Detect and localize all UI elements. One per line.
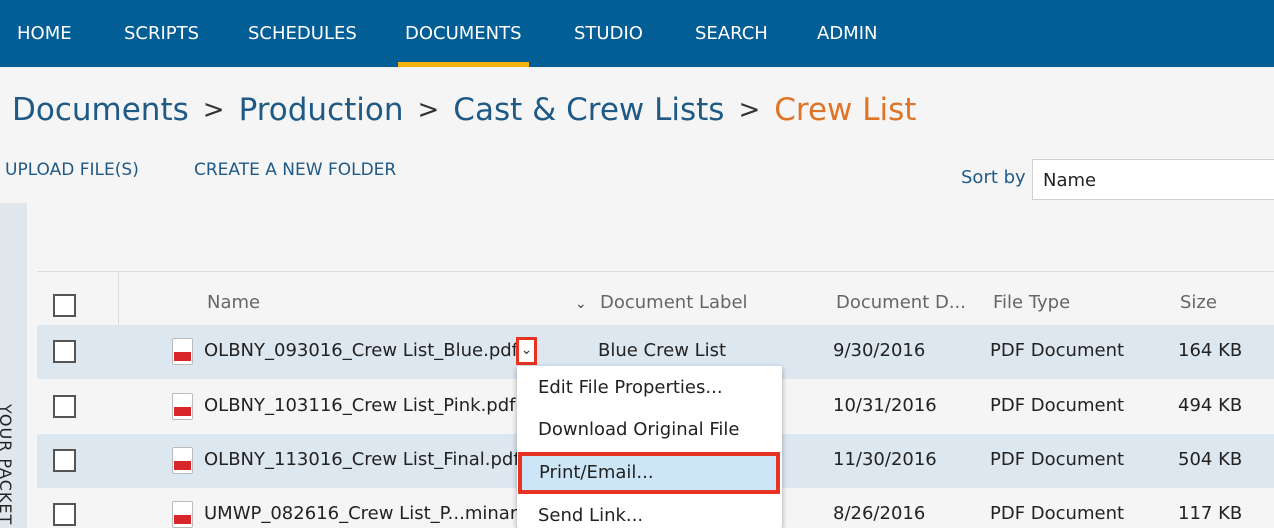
file-size: 164 KB bbox=[1178, 340, 1243, 361]
breadcrumb-separator: > bbox=[202, 94, 225, 125]
breadcrumb-separator: > bbox=[417, 94, 440, 125]
column-header-date[interactable]: Document D... bbox=[836, 292, 966, 313]
breadcrumb-documents[interactable]: Documents bbox=[12, 92, 189, 128]
menu-item-print-email[interactable]: Print/Email... bbox=[518, 452, 780, 494]
row-checkbox[interactable] bbox=[53, 503, 76, 526]
file-size: 494 KB bbox=[1178, 395, 1243, 416]
pdf-file-icon bbox=[172, 447, 193, 474]
row-checkbox[interactable] bbox=[53, 449, 76, 472]
file-size: 117 KB bbox=[1178, 503, 1243, 524]
file-name[interactable]: OLBNY_113016_Crew List_Final.pdf bbox=[204, 449, 520, 470]
row-checkbox[interactable] bbox=[53, 395, 76, 418]
document-date: 8/26/2016 bbox=[833, 503, 926, 524]
nav-documents[interactable]: DOCUMENTS bbox=[398, 0, 529, 67]
column-header-type[interactable]: File Type bbox=[993, 292, 1070, 313]
column-header-size[interactable]: Size bbox=[1180, 292, 1217, 313]
file-type: PDF Document bbox=[990, 395, 1125, 416]
breadcrumb-current: Crew List bbox=[774, 91, 917, 128]
nav-studio[interactable]: STUDIO bbox=[566, 0, 651, 67]
select-all-checkbox[interactable] bbox=[53, 294, 76, 317]
column-header-label[interactable]: Document Label bbox=[600, 292, 748, 313]
sort-select[interactable]: Name bbox=[1032, 159, 1274, 200]
upload-files-link[interactable]: UPLOAD FILE(S) bbox=[5, 160, 139, 180]
nav-home[interactable]: HOME bbox=[9, 0, 80, 67]
header-divider bbox=[118, 272, 119, 325]
create-folder-link[interactable]: CREATE A NEW FOLDER bbox=[194, 160, 396, 180]
file-context-menu: Edit File Properties... Download Origina… bbox=[517, 366, 782, 528]
file-name[interactable]: OLBNY_093016_Crew List_Blue.pdf bbox=[204, 340, 518, 361]
top-nav-bar: HOME SCRIPTS SCHEDULES DOCUMENTS STUDIO … bbox=[0, 0, 1274, 67]
breadcrumb: Documents > Production > Cast & Crew Lists > C… bbox=[12, 90, 916, 134]
breadcrumb-production[interactable]: Production bbox=[239, 92, 404, 128]
pdf-file-icon bbox=[172, 338, 193, 365]
pdf-file-icon bbox=[172, 501, 193, 528]
row-menu-chevron-icon[interactable]: ⌄ bbox=[516, 337, 537, 365]
document-date: 9/30/2016 bbox=[833, 340, 926, 361]
packet-tab-label: YOUR PACKET bbox=[0, 404, 15, 526]
file-name[interactable]: UMWP_082616_Crew List_P...minary bbox=[204, 503, 528, 524]
file-type: PDF Document bbox=[990, 340, 1125, 361]
file-type: PDF Document bbox=[990, 449, 1125, 470]
menu-item-send-link[interactable]: Send Link... bbox=[517, 495, 782, 528]
sort-chevron-icon[interactable]: ⌄ bbox=[575, 296, 587, 312]
sort-label: Sort by bbox=[961, 167, 1026, 188]
breadcrumb-cast-crew-lists[interactable]: Cast & Crew Lists bbox=[453, 92, 724, 128]
breadcrumb-separator: > bbox=[738, 94, 761, 125]
file-type: PDF Document bbox=[990, 503, 1125, 524]
file-name[interactable]: OLBNY_103116_Crew List_Pink.pdf bbox=[204, 395, 515, 416]
document-date: 10/31/2016 bbox=[833, 395, 937, 416]
menu-item-edit-properties[interactable]: Edit File Properties... bbox=[517, 367, 782, 409]
nav-schedules[interactable]: SCHEDULES bbox=[240, 0, 365, 67]
column-header-name[interactable]: Name bbox=[207, 292, 260, 313]
document-date: 11/30/2016 bbox=[833, 449, 937, 470]
nav-search[interactable]: SEARCH bbox=[687, 0, 776, 67]
pdf-file-icon bbox=[172, 393, 193, 420]
document-label: Blue Crew List bbox=[598, 340, 727, 361]
row-checkbox[interactable] bbox=[53, 340, 76, 363]
file-size: 504 KB bbox=[1178, 449, 1243, 470]
menu-item-download-original[interactable]: Download Original File bbox=[517, 409, 782, 451]
nav-admin[interactable]: ADMIN bbox=[809, 0, 885, 67]
nav-scripts[interactable]: SCRIPTS bbox=[116, 0, 207, 67]
